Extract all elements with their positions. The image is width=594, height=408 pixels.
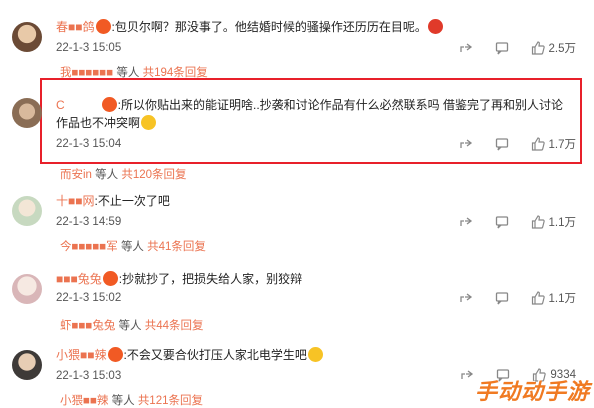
comment-button[interactable]	[495, 215, 509, 229]
share-icon	[459, 217, 472, 226]
comment-body: 春■■鸽:包贝尔啊？那没事了。他结婚时候的骚操作还历历在目呢。	[56, 18, 580, 36]
comment-username[interactable]: ■■■兔兔	[56, 272, 102, 286]
comment-button[interactable]	[495, 137, 509, 151]
comment-time: 22-1-3 14:59	[56, 216, 122, 228]
thumbs-up-icon	[531, 137, 545, 151]
share-icon	[459, 293, 472, 302]
reply-summary[interactable]: 虾■■■兔兔 等人 共44条回复	[60, 317, 204, 333]
comment-icon	[495, 42, 508, 55]
reply-count-link[interactable]: 共41条回复	[147, 241, 206, 253]
comment-icon	[495, 292, 508, 305]
comment-body: C:所以你贴出来的能证明啥..抄袭和讨论作品有什么必然联系吗 借鉴完了再和别人讨…	[56, 97, 564, 130]
comment-text: 所以你贴出来的能证明啥..抄袭和讨论作品有什么必然联系吗 借鉴完了再和别人讨论作…	[56, 98, 564, 130]
thumbs-up-icon	[531, 41, 545, 55]
comment-actions: 1.1万	[437, 290, 577, 306]
comment-body: ■■■兔兔:抄就抄了，把损失给人家，别狡辩	[56, 271, 303, 286]
share-button[interactable]	[460, 368, 474, 382]
avatar[interactable]	[12, 274, 42, 304]
comment-text: 不止一次了吧	[97, 194, 170, 208]
avatar[interactable]	[12, 196, 42, 226]
emoji-icon	[107, 347, 123, 362]
like-button[interactable]: 1.1万	[531, 214, 577, 230]
reply-summary[interactable]: 今■■■■■军 等人 共41条回复	[60, 238, 206, 254]
site-watermark: 手动动手游	[474, 379, 590, 404]
reply-count-link[interactable]: 共121条回复	[138, 395, 203, 407]
comment-body: 十■■网:不止一次了吧	[56, 194, 170, 208]
reply-others: 等人	[111, 395, 135, 407]
emoji-icon	[141, 115, 157, 130]
share-button[interactable]	[459, 137, 473, 151]
share-button[interactable]	[459, 215, 473, 229]
like-count: 1.7万	[548, 139, 577, 151]
comment-item: ■■■兔兔:抄就抄了，把损失给人家，别狡辩 22-1-3 15:02 1.1万 …	[0, 266, 594, 340]
comment-icon	[495, 216, 508, 229]
comment-username[interactable]: 小猥■■辣	[56, 348, 107, 362]
comment-time: 22-1-3 15:05	[56, 42, 122, 54]
reply-others: 等人	[118, 320, 142, 332]
comment-icon	[495, 138, 508, 151]
emoji-icon	[95, 19, 111, 34]
comment-item: 十■■网:不止一次了吧 22-1-3 14:59 1.1万 今■■■■■军 等人…	[0, 186, 594, 260]
comment-body: 小猥■■辣:不会又要合伙打压人家北电学生吧	[56, 346, 580, 364]
comment-username[interactable]: C	[56, 98, 65, 112]
comment-username[interactable]: 春■■鸽	[56, 20, 95, 34]
share-icon	[461, 370, 474, 379]
reply-summary[interactable]: 小猥■■辣 等人 共121条回复	[60, 392, 203, 408]
thumbs-up-icon	[531, 291, 545, 305]
like-button[interactable]: 2.5万	[531, 40, 577, 56]
avatar[interactable]	[12, 98, 42, 128]
like-button[interactable]: 1.1万	[531, 290, 577, 306]
avatar[interactable]	[12, 350, 42, 380]
comment-button[interactable]	[495, 291, 509, 305]
comment-item: C:所以你贴出来的能证明啥..抄袭和讨论作品有什么必然联系吗 借鉴完了再和别人讨…	[0, 80, 594, 182]
comment-username[interactable]: 十■■网	[56, 194, 95, 208]
comment-item: 春■■鸽:包贝尔啊？那没事了。他结婚时候的骚操作还历历在目呢。 22-1-3 1…	[0, 0, 594, 80]
emoji-icon	[101, 97, 117, 112]
comment-text: 包贝尔啊？那没事了。他结婚时候的骚操作还历历在目呢。	[114, 20, 427, 34]
emoji-icon	[102, 271, 118, 286]
comment-actions: 1.1万	[437, 214, 577, 230]
reply-count-link[interactable]: 共120条回复	[121, 169, 186, 181]
reply-others: 等人	[95, 169, 119, 181]
comment-actions: 2.5万	[437, 40, 577, 56]
reply-summary[interactable]: 而安in 等人 共120条回复	[60, 166, 187, 182]
emoji-icon	[307, 347, 323, 362]
like-count: 2.5万	[548, 43, 577, 55]
reply-username[interactable]: 小猥■■辣	[60, 395, 108, 407]
comment-button[interactable]	[495, 41, 509, 55]
comment-text: 抄就抄了，把损失给人家，别狡辩	[122, 272, 303, 286]
like-count: 1.1万	[548, 293, 577, 305]
avatar[interactable]	[12, 22, 42, 52]
share-button[interactable]	[459, 41, 473, 55]
comment-time: 22-1-3 15:03	[56, 370, 122, 382]
comment-actions: 1.7万	[437, 136, 577, 152]
share-icon	[459, 139, 472, 148]
comment-time: 22-1-3 15:04	[56, 138, 122, 150]
reply-others: 等人	[120, 241, 144, 253]
reply-count-link[interactable]: 共44条回复	[145, 320, 204, 332]
emoji-icon	[427, 19, 443, 34]
thumbs-up-icon	[531, 215, 545, 229]
share-button[interactable]	[459, 291, 473, 305]
reply-username[interactable]: 今■■■■■军	[60, 241, 118, 253]
like-count: 1.1万	[548, 217, 577, 229]
comment-text: 不会又要合伙打压人家北电学生吧	[126, 348, 307, 362]
like-button[interactable]: 1.7万	[531, 136, 577, 152]
share-icon	[459, 43, 472, 52]
comment-time: 22-1-3 15:02	[56, 292, 122, 304]
reply-username[interactable]: 虾■■■兔兔	[60, 320, 115, 332]
reply-username[interactable]: 而安in	[60, 169, 92, 181]
